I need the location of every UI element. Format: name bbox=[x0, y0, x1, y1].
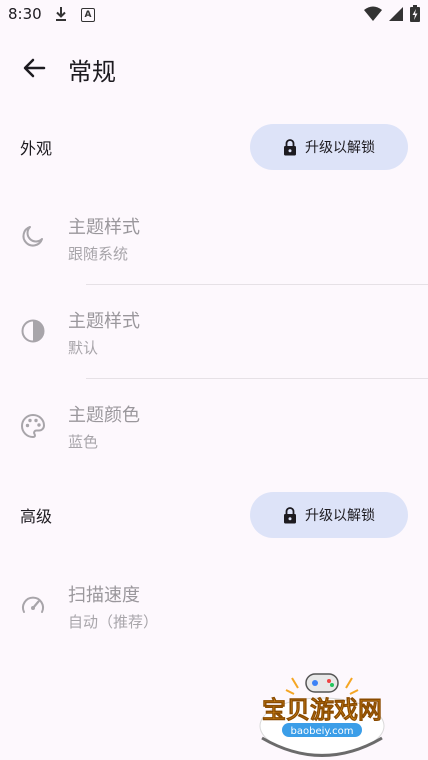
app-bar: 常规 bbox=[0, 40, 428, 96]
dark-mode-moon-icon bbox=[22, 226, 43, 247]
divider bbox=[86, 284, 428, 285]
unlock-button-label: 升级以解锁 bbox=[305, 508, 375, 524]
appearance-unlock-button[interactable]: 升级以解锁 bbox=[250, 124, 408, 170]
theme-style-default-item[interactable]: 主题样式 默认 bbox=[0, 286, 428, 376]
unlock-button-label: 升级以解锁 bbox=[305, 140, 375, 156]
appearance-section-label: 外观 bbox=[20, 139, 53, 158]
scan-speed-title: 扫描速度 bbox=[68, 585, 140, 606]
download-icon bbox=[56, 7, 66, 21]
watermark-brand: 宝贝游戏网 bbox=[262, 696, 382, 724]
theme-style-title: 主题样式 bbox=[68, 311, 140, 332]
wifi-icon bbox=[364, 6, 382, 21]
palette-icon bbox=[21, 414, 45, 438]
theme-style-title: 主题样式 bbox=[68, 217, 140, 238]
contrast-icon bbox=[21, 319, 45, 343]
advanced-section-header: 高级 升级以解锁 bbox=[0, 486, 428, 546]
battery-icon bbox=[410, 5, 420, 22]
app-notification-icon: A bbox=[81, 8, 95, 22]
theme-color-item[interactable]: 主题颜色 蓝色 bbox=[0, 380, 428, 470]
theme-style-follow-system-item[interactable]: 主题样式 跟随系统 bbox=[0, 192, 428, 282]
advanced-unlock-button[interactable]: 升级以解锁 bbox=[250, 492, 408, 538]
scan-speed-subtitle: 自动（推荐） bbox=[68, 613, 159, 631]
lock-icon bbox=[284, 506, 296, 523]
divider bbox=[86, 378, 428, 379]
watermark-domain: baobeiy.com bbox=[291, 726, 354, 737]
page-title: 常规 bbox=[68, 58, 116, 86]
status-bar: 8:30 A bbox=[0, 0, 428, 30]
back-arrow-icon[interactable] bbox=[20, 54, 48, 82]
status-time: 8:30 bbox=[8, 5, 42, 23]
advanced-section-label: 高级 bbox=[20, 507, 53, 526]
scan-speed-item[interactable]: 扫描速度 自动（推荐） bbox=[0, 562, 428, 652]
theme-style-subtitle: 默认 bbox=[68, 339, 99, 357]
speedometer-icon bbox=[22, 596, 44, 613]
status-icons bbox=[364, 5, 420, 22]
signal-icon bbox=[389, 6, 403, 21]
theme-style-subtitle: 跟随系统 bbox=[68, 245, 129, 263]
lock-icon bbox=[284, 138, 296, 155]
appearance-section-header: 外观 升级以解锁 bbox=[0, 118, 428, 178]
theme-color-title: 主题颜色 bbox=[68, 405, 140, 426]
watermark-logo: 宝贝游戏网 baobeiy.com bbox=[259, 673, 385, 757]
gamepad-icon bbox=[305, 673, 339, 693]
theme-color-subtitle: 蓝色 bbox=[68, 433, 99, 451]
